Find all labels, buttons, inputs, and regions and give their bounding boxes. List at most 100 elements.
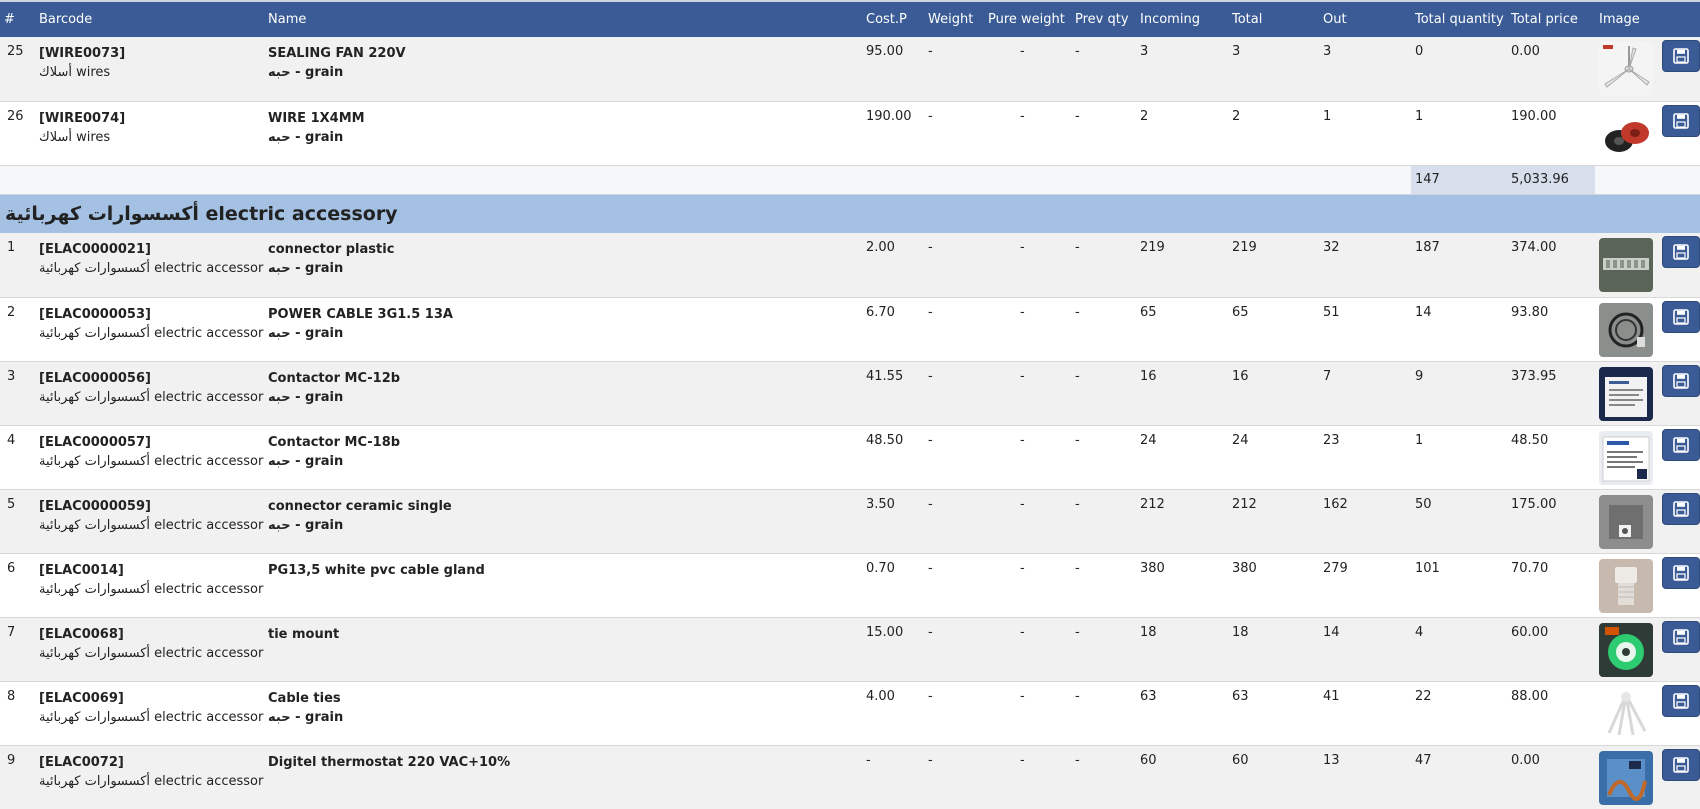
cost-price: 190.00 <box>866 108 912 124</box>
weight: - <box>928 108 933 124</box>
save-button[interactable] <box>1662 236 1700 268</box>
cost-price: 6.70 <box>866 304 895 320</box>
prev-qty: - <box>1075 752 1080 768</box>
action-cell <box>1658 37 1700 101</box>
cost-price: 41.55 <box>866 368 904 384</box>
product-category: أكسسوارات كهربائية electric accessory <box>39 645 264 661</box>
prev-qty: - <box>1075 624 1080 640</box>
total-price: 0.00 <box>1511 752 1540 768</box>
out: 3 <box>1323 44 1332 59</box>
incoming: 18 <box>1140 624 1157 640</box>
incoming: 3 <box>1140 44 1149 59</box>
header-out[interactable]: Out <box>1319 0 1411 37</box>
header-weight[interactable]: Weight <box>924 0 984 37</box>
weight: - <box>928 560 933 576</box>
row-number: 8 <box>7 688 16 704</box>
total: 2 <box>1232 108 1241 124</box>
total-quantity: 101 <box>1415 560 1440 576</box>
table-row: 5 [ELAC0000059] أكسسوارات كهربائية electri… <box>0 489 1700 553</box>
prev-qty: - <box>1075 44 1080 59</box>
product-barcode: [ELAC0072] <box>39 754 124 770</box>
save-button[interactable] <box>1662 748 1700 781</box>
table-row: 26 [WIRE0074] أسلاك wires WIRE 1X4MM حبه - g… <box>0 101 1700 165</box>
name-cell: SEALING FAN 220V حبه - grain <box>264 37 862 101</box>
header-prev-qty[interactable]: Prev qty <box>1071 0 1136 37</box>
product-category: أسلاك wires <box>39 65 111 80</box>
cable-gland-thumbnail[interactable] <box>1599 558 1653 613</box>
header-pure-weight[interactable]: Pure weight <box>984 0 1071 37</box>
contactor-box-white-thumbnail[interactable] <box>1599 430 1653 485</box>
barcode-cell: [WIRE0074] أسلاك wires <box>35 101 264 165</box>
out: 14 <box>1323 624 1340 640</box>
total-price: 373.95 <box>1511 368 1557 384</box>
save-button[interactable] <box>1662 364 1700 397</box>
product-barcode: [ELAC0000021] <box>39 242 151 257</box>
action-cell <box>1658 553 1700 617</box>
action-cell <box>1658 361 1700 425</box>
name-cell: connector ceramic single حبه - grain <box>264 489 862 553</box>
save-button[interactable] <box>1662 428 1700 461</box>
barcode-cell: [ELAC0000057] أكسسوارات كهربائية electric… <box>35 425 264 489</box>
product-unit: حبه - grain <box>268 325 344 341</box>
header-total[interactable]: Total <box>1228 0 1319 37</box>
table-header-row: # Barcode Name Cost.P Weight Pure weight… <box>0 0 1700 37</box>
header-number[interactable]: # <box>0 0 35 37</box>
header-total-price[interactable]: Total price <box>1507 0 1595 37</box>
table-row: 8 [ELAC0069] أكسسوارات كهربائية electric a… <box>0 681 1700 745</box>
image-cell <box>1595 297 1658 361</box>
save-button[interactable] <box>1662 620 1700 653</box>
out: 41 <box>1323 688 1340 704</box>
total-price: 175.00 <box>1511 496 1557 512</box>
ceramic-connector-thumbnail[interactable] <box>1599 494 1653 549</box>
out: 7 <box>1323 368 1332 384</box>
save-button[interactable] <box>1662 556 1700 589</box>
header-name[interactable]: Name <box>264 0 862 37</box>
header-barcode[interactable]: Barcode <box>35 0 264 37</box>
name-cell: Contactor MC-18b حبه - grain <box>264 425 862 489</box>
barcode-cell: [ELAC0000021] أكسسوارات كهربائية electric… <box>35 233 264 297</box>
incoming: 212 <box>1140 496 1165 512</box>
barcode-cell: [WIRE0073] أسلاك wires <box>35 37 264 101</box>
out: 1 <box>1323 108 1332 124</box>
product-barcode: [WIRE0073] <box>39 46 126 61</box>
table-row: 6 [ELAC0014] أكسسوارات كهربائية electric a… <box>0 553 1700 617</box>
total-price: 374.00 <box>1511 240 1557 255</box>
total-quantity: 9 <box>1415 368 1424 384</box>
connector-thumbnail[interactable] <box>1599 238 1653 292</box>
pure-weight: - <box>1020 240 1025 255</box>
header-total-quantity[interactable]: Total quantity <box>1411 0 1507 37</box>
save-icon <box>1673 436 1689 453</box>
weight: - <box>928 368 933 384</box>
barcode-cell: [ELAC0068] أكسسوارات كهربائية electric ac… <box>35 617 264 681</box>
save-button[interactable] <box>1662 104 1700 137</box>
action-cell <box>1658 489 1700 553</box>
table-row: 2 [ELAC0000053] أكسسوارات كهربائية electri… <box>0 297 1700 361</box>
wire-coil-thumbnail[interactable] <box>1599 106 1653 161</box>
save-button[interactable] <box>1662 300 1700 333</box>
tie-mount-thumbnail[interactable] <box>1599 622 1653 677</box>
power-cable-thumbnail[interactable] <box>1599 302 1653 357</box>
header-cost-price[interactable]: Cost.P <box>862 0 924 37</box>
header-image[interactable]: Image <box>1595 0 1658 37</box>
product-name: tie mount <box>268 626 340 642</box>
save-button[interactable] <box>1662 40 1700 72</box>
total: 16 <box>1232 368 1249 384</box>
subtotal-row: 147 5,033.96 <box>0 165 1700 194</box>
ceiling-fan-thumbnail[interactable] <box>1599 42 1653 96</box>
name-cell: tie mount <box>264 617 862 681</box>
save-button[interactable] <box>1662 492 1700 525</box>
header-incoming[interactable]: Incoming <box>1136 0 1228 37</box>
contactor-box-thumbnail[interactable] <box>1599 366 1653 421</box>
product-barcode: [ELAC0000057] <box>39 434 151 450</box>
name-cell: PG13,5 white pvc cable gland <box>264 553 862 617</box>
product-unit: حبه - grain <box>268 517 344 533</box>
row-number: 5 <box>7 496 16 512</box>
cable-ties-thumbnail[interactable] <box>1599 686 1653 741</box>
thermostat-thumbnail[interactable] <box>1599 750 1653 805</box>
row-number: 26 <box>7 108 24 124</box>
subtotal-price: 5,033.96 <box>1507 165 1595 194</box>
cost-price: 3.50 <box>866 496 895 512</box>
save-button[interactable] <box>1662 684 1700 717</box>
total-quantity: 187 <box>1415 240 1440 255</box>
prev-qty: - <box>1075 304 1080 320</box>
